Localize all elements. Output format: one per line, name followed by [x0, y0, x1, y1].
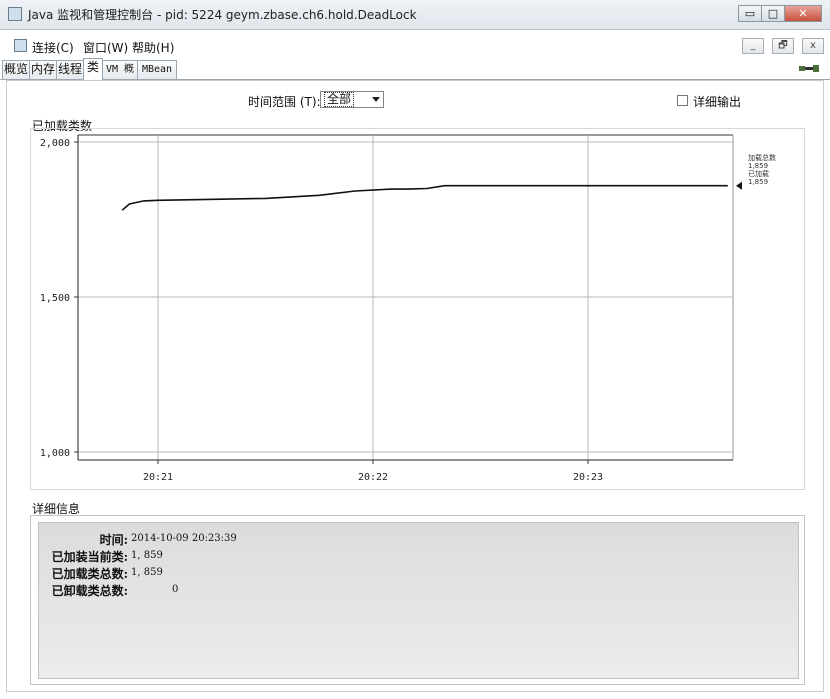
legend-marker [736, 181, 742, 190]
details-panel [38, 522, 799, 679]
series-line [121, 184, 728, 211]
detail-total-unloaded-label: 已卸载类总数: [51, 584, 128, 598]
detail-time-label: 时间: [99, 533, 128, 547]
legend-entry: 1,859 [748, 162, 768, 170]
legend-entry: 1,859 [748, 178, 768, 186]
detail-total-loaded-value: 1, 859 [131, 567, 163, 578]
detail-time-value: 2014-10-09 20:23:39 [131, 533, 237, 544]
detail-total-loaded-label: 已加载类总数: [51, 567, 128, 581]
x-tick-label: 20:22 [358, 472, 388, 483]
legend-entry: 加载总数 [748, 153, 776, 162]
y-tick-label: 2,000 [40, 138, 70, 149]
detail-current-classes-value: 1, 859 [131, 550, 163, 561]
x-tick-label: 20:21 [143, 472, 173, 483]
legend-entry: 已加载 [748, 169, 769, 178]
y-tick-label: 1,500 [40, 293, 70, 304]
detail-total-unloaded-value: 0 [172, 584, 179, 595]
y-tick-label: 1,000 [40, 448, 70, 459]
detail-current-classes-label: 已加装当前类: [51, 550, 128, 564]
x-tick-label: 20:23 [573, 472, 603, 483]
